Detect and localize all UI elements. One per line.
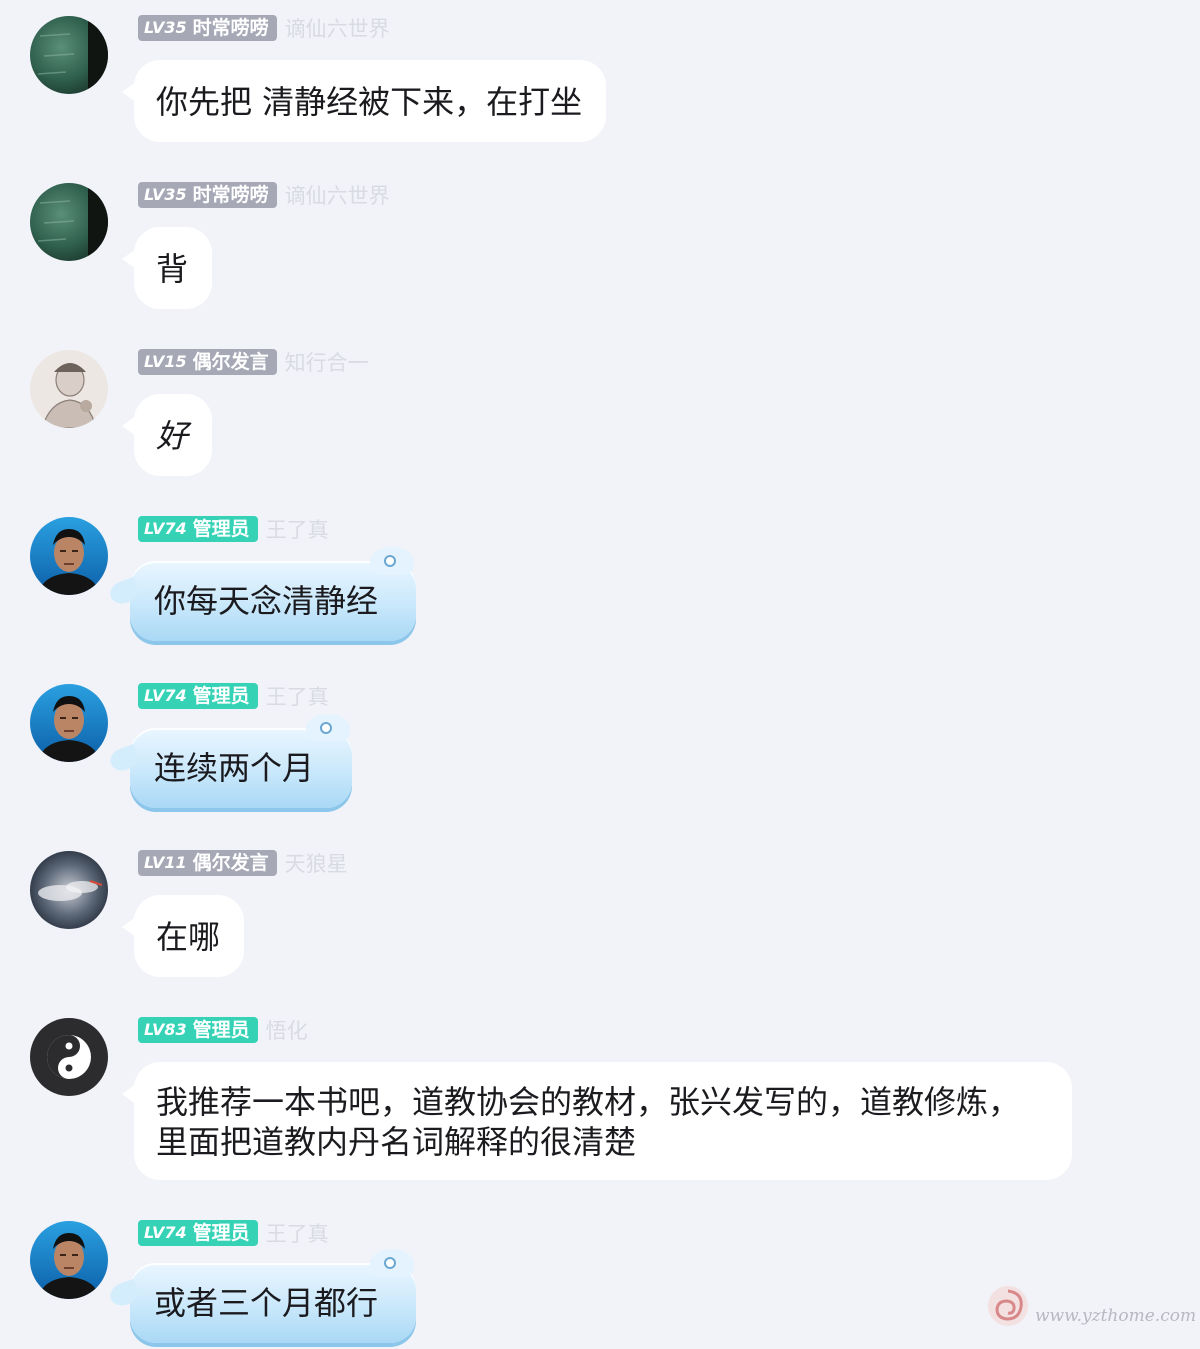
message-bubble[interactable]: 我推荐一本书吧，道教协会的教材，张兴发写的，道教修炼，里面把道教内丹名词解释的很… bbox=[122, 1062, 1072, 1180]
message-bubble[interactable]: 好 bbox=[121, 394, 213, 476]
cloudy-sky-avatar-icon bbox=[30, 851, 108, 929]
admin-badge: LV74 管理员 bbox=[138, 1220, 258, 1246]
swirl-logo-icon bbox=[988, 1286, 1028, 1326]
sender-nickname[interactable]: 谪仙六世界 bbox=[285, 13, 390, 43]
message-text: 或者三个月都行 bbox=[154, 1284, 379, 1322]
level-text: LV15 bbox=[144, 352, 187, 371]
level-text: LV74 bbox=[144, 686, 187, 705]
message-header: LV35 时常唠唠 谪仙六世界 bbox=[138, 14, 390, 42]
message-header: LV11 偶尔发言 天狼星 bbox=[138, 849, 348, 877]
admin-badge: LV74 管理员 bbox=[138, 516, 258, 542]
avatar[interactable] bbox=[30, 16, 108, 94]
message-bubble[interactable]: 背 bbox=[121, 227, 213, 309]
watermark: www.yzthome.com bbox=[985, 1283, 1196, 1329]
admin-badge: LV83 管理员 bbox=[138, 1017, 258, 1043]
avatar[interactable] bbox=[30, 1018, 108, 1096]
message-text: 背 bbox=[156, 250, 189, 288]
message-text: 在哪 bbox=[156, 918, 221, 956]
bubble-eye-icon bbox=[384, 1257, 397, 1269]
chat-list: LV35 时常唠唠 谪仙六世界 你先把 清静经被下来，在打坐 LV35 时常唠唠 谪… bbox=[0, 0, 1200, 1349]
role-text: 管理员 bbox=[192, 1222, 250, 1244]
role-text: 管理员 bbox=[192, 685, 250, 707]
level-badge: LV35 时常唠唠 bbox=[138, 182, 277, 208]
message-text: 你先把 清静经被下来，在打坐 bbox=[156, 83, 583, 121]
admin-badge: LV74 管理员 bbox=[138, 683, 258, 709]
avatar[interactable] bbox=[30, 183, 108, 261]
level-text: LV74 bbox=[144, 1223, 187, 1242]
message-header: LV35 时常唠唠 谪仙六世界 bbox=[138, 181, 390, 209]
message-bubble[interactable]: 你先把 清静经被下来，在打坐 bbox=[121, 60, 607, 142]
message-header: LV74 管理员 王了真 bbox=[138, 682, 329, 710]
message-bubble[interactable]: 在哪 bbox=[121, 895, 245, 977]
avatar[interactable] bbox=[30, 517, 108, 595]
sender-nickname[interactable]: 王了真 bbox=[266, 514, 329, 544]
level-text: LV35 bbox=[144, 185, 187, 204]
role-text: 偶尔发言 bbox=[192, 852, 269, 874]
message-text: 连续两个月 bbox=[154, 749, 315, 787]
role-text: 时常唠唠 bbox=[192, 184, 269, 206]
taiji-logo-avatar-icon bbox=[30, 1018, 108, 1096]
message-header: LV74 管理员 王了真 bbox=[138, 1219, 329, 1247]
avatar[interactable] bbox=[30, 1221, 108, 1299]
level-text: LV83 bbox=[144, 1020, 187, 1039]
message-text: 好 bbox=[156, 417, 189, 455]
message-bubble[interactable]: 连续两个月 bbox=[130, 714, 353, 808]
sender-nickname[interactable]: 王了真 bbox=[266, 681, 329, 711]
role-text: 时常唠唠 bbox=[192, 17, 269, 39]
watermark-text: www.yzthome.com bbox=[1035, 1306, 1197, 1326]
avatar[interactable] bbox=[30, 684, 108, 762]
message-text: 我推荐一本书吧，道教协会的教材，张兴发写的，道教修炼，里面把道教内丹名词解释的很… bbox=[156, 1083, 1021, 1161]
sender-nickname[interactable]: 王了真 bbox=[266, 1218, 329, 1248]
message-bubble[interactable]: 你每天念清静经 bbox=[130, 547, 417, 641]
man-photo-avatar-icon bbox=[30, 517, 108, 595]
role-text: 管理员 bbox=[192, 1019, 250, 1041]
message-header: LV74 管理员 王了真 bbox=[138, 515, 329, 543]
level-text: LV74 bbox=[144, 519, 187, 538]
level-badge: LV11 偶尔发言 bbox=[138, 850, 277, 876]
message-header: LV15 偶尔发言 知行合一 bbox=[138, 348, 369, 376]
bubble-eye-icon bbox=[384, 555, 397, 567]
bubble-eye-icon bbox=[320, 722, 333, 734]
level-badge: LV35 时常唠唠 bbox=[138, 15, 277, 41]
avatar[interactable] bbox=[30, 851, 108, 929]
man-photo-avatar-icon bbox=[30, 1221, 108, 1299]
level-text: LV35 bbox=[144, 18, 187, 37]
level-text: LV11 bbox=[144, 853, 187, 872]
sender-nickname[interactable]: 悟化 bbox=[266, 1015, 308, 1045]
green-blackboard-avatar-icon bbox=[30, 183, 108, 261]
role-text: 偶尔发言 bbox=[192, 351, 269, 373]
sender-nickname[interactable]: 天狼星 bbox=[285, 848, 348, 878]
sender-nickname[interactable]: 知行合一 bbox=[285, 347, 369, 377]
message-bubble[interactable]: 或者三个月都行 bbox=[130, 1249, 417, 1343]
man-photo-avatar-icon bbox=[30, 684, 108, 762]
avatar[interactable] bbox=[30, 350, 108, 428]
level-badge: LV15 偶尔发言 bbox=[138, 349, 277, 375]
message-text: 你每天念清静经 bbox=[154, 582, 379, 620]
sender-nickname[interactable]: 谪仙六世界 bbox=[285, 180, 390, 210]
sketch-portrait-avatar-icon bbox=[30, 350, 108, 428]
role-text: 管理员 bbox=[192, 518, 250, 540]
green-blackboard-avatar-icon bbox=[30, 16, 108, 94]
message-header: LV83 管理员 悟化 bbox=[138, 1016, 308, 1044]
